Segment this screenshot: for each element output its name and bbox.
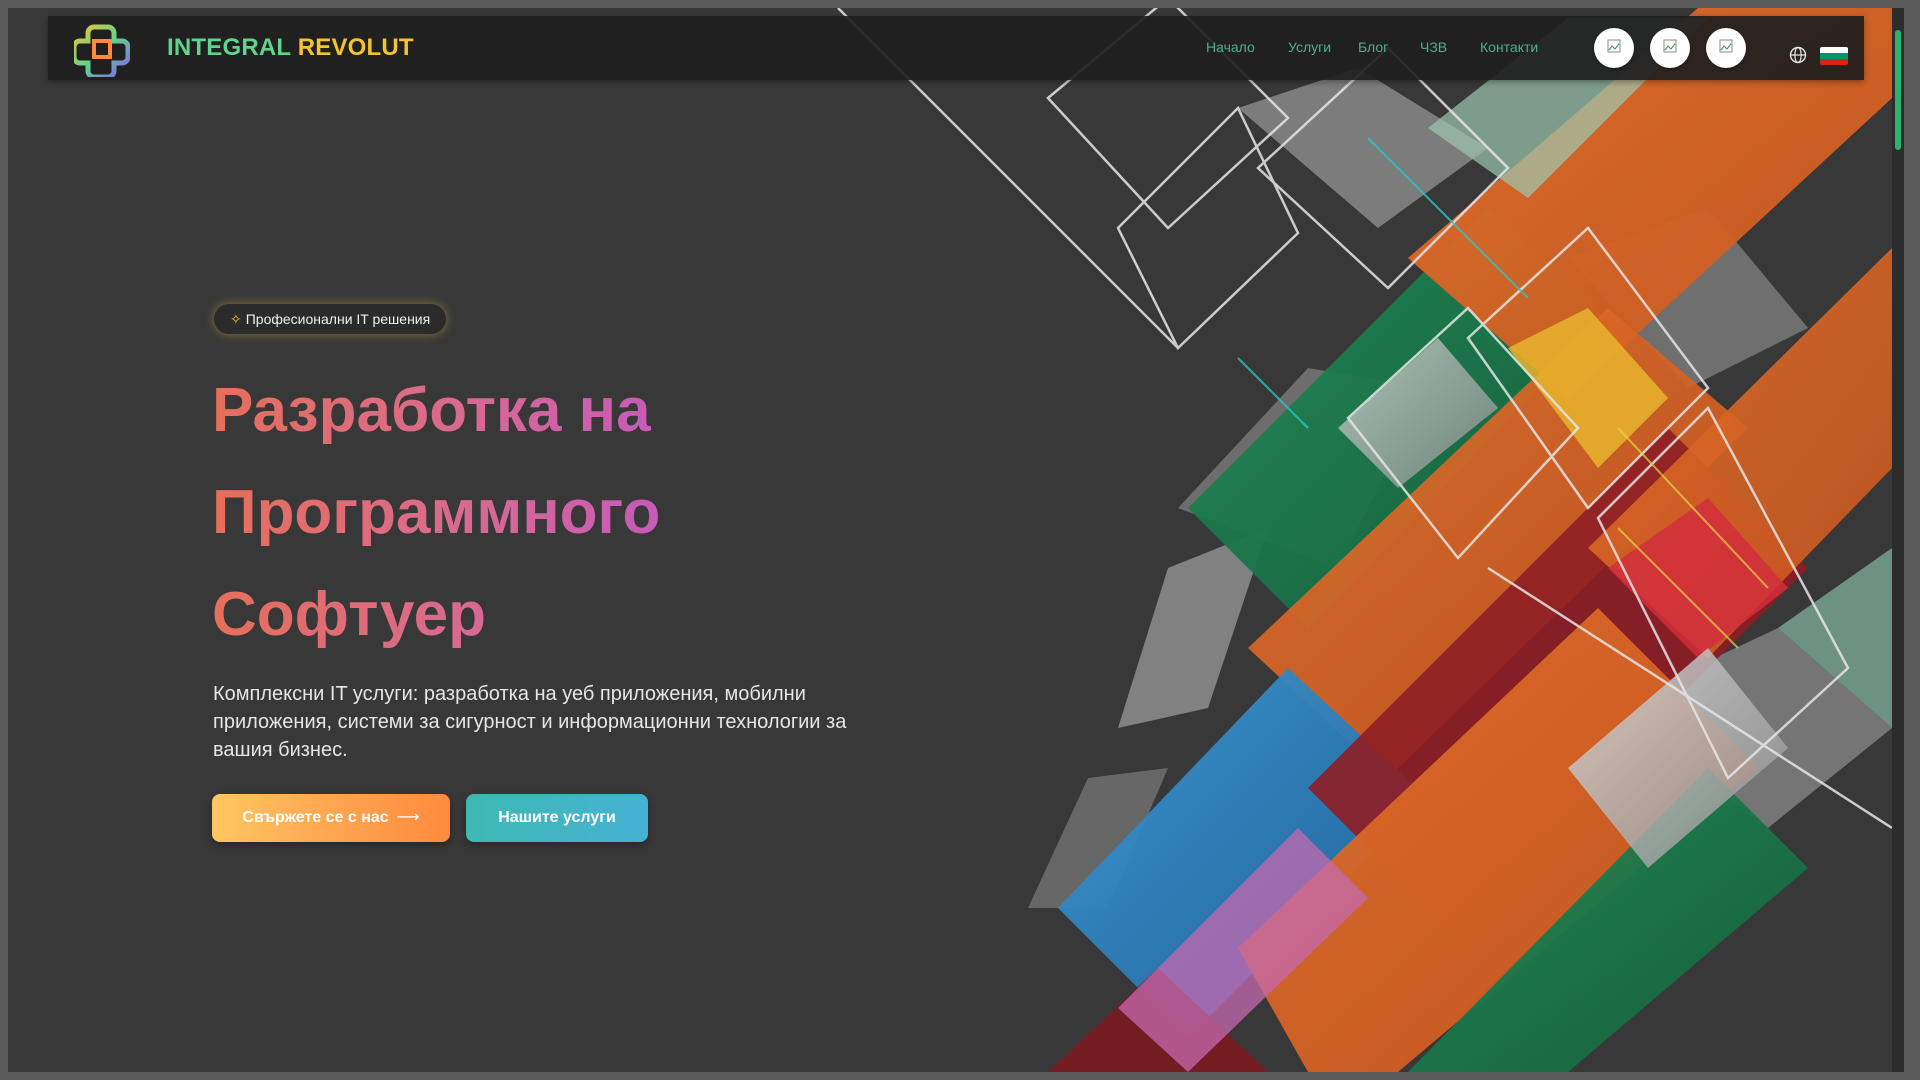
our-services-button[interactable]: Нашите услуги	[466, 794, 648, 842]
nav-link-home[interactable]: Начало	[1206, 39, 1255, 55]
page-viewport: INTEGRAL REVOLUT Начало Услуги Блог ЧЗВ …	[8, 8, 1904, 1072]
sparkle-icon: ✧	[230, 311, 242, 327]
nav-link-contacts[interactable]: Контакти	[1480, 39, 1538, 55]
broken-image-icon	[1719, 39, 1733, 53]
header-icon-button-2[interactable]	[1650, 28, 1690, 68]
hero-title-line-2: Программного	[212, 478, 661, 547]
hero-badge-label: Професионални IT решения	[245, 311, 431, 327]
page-scrollbar[interactable]	[1892, 8, 1904, 1072]
header-icon-button-1[interactable]	[1594, 28, 1634, 68]
arrow-right-icon: ⟶	[396, 809, 420, 826]
header-icon-button-3[interactable]	[1706, 28, 1746, 68]
nav-link-faq[interactable]: ЧЗВ	[1420, 39, 1447, 55]
globe-icon[interactable]	[1789, 46, 1807, 64]
hero-description: Комплексни IT услуги: разработка на уеб …	[213, 683, 847, 761]
contact-us-button[interactable]: Свържете се с нас ⟶	[212, 794, 450, 842]
broken-image-icon	[1663, 39, 1677, 53]
hero-badge: ✧ Професионални IT решения	[214, 304, 447, 334]
nav-link-services[interactable]: Услуги	[1288, 39, 1331, 55]
hero-title: Разработка на Программного Софтуер	[212, 360, 912, 666]
nav-link-blog[interactable]: Блог	[1358, 39, 1388, 55]
site-header: INTEGRAL REVOLUT Начало Услуги Блог ЧЗВ …	[48, 16, 1864, 80]
scrollbar-thumb[interactable]	[1895, 30, 1901, 150]
flag-bulgaria-icon[interactable]	[1820, 47, 1848, 65]
contact-us-button-label: Свържете се с нас	[242, 809, 389, 826]
hero-title-line-3: Софтуер	[212, 580, 487, 649]
hero-title-line-1: Разработка на	[212, 376, 651, 445]
broken-image-icon	[1607, 39, 1621, 53]
main-nav: Начало Услуги Блог ЧЗВ Контакти	[48, 39, 1864, 59]
